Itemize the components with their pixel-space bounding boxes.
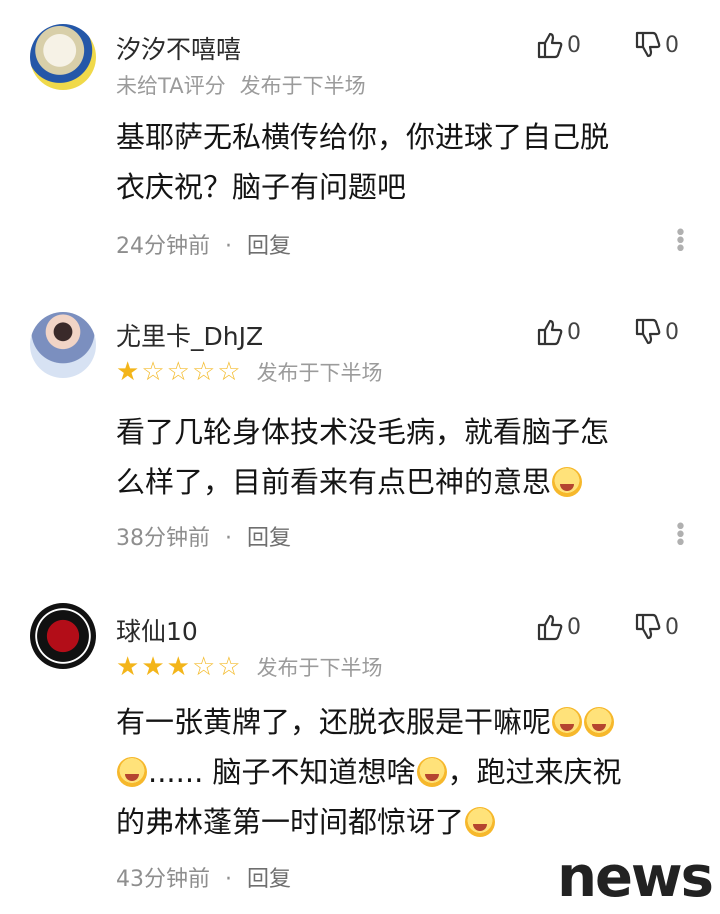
content-text: 有一张黄牌了，还脱衣服是干嘛呢 (116, 705, 552, 739)
avatar[interactable] (30, 312, 96, 378)
smile-emoji-icon (465, 807, 496, 837)
dislike-count: 0 (665, 319, 679, 345)
comment-time: 38分钟前 (116, 526, 210, 551)
comment-footer: 24分钟前 · 回复 (116, 228, 291, 260)
content-line: 衣庆祝？脑子有问题吧 (116, 170, 407, 204)
thumb-up-icon (537, 319, 563, 346)
like-count: 0 (567, 319, 581, 345)
separator: · (225, 867, 232, 892)
rating-text: 未给TA评分 (116, 74, 226, 98)
like-button[interactable]: 0 (535, 612, 581, 642)
thumb-up-icon (537, 32, 563, 59)
meta-line: ★ ☆ ☆ ☆ ☆ 发布于下半场 (116, 357, 383, 387)
crying-emoji-icon (552, 707, 583, 737)
reply-link[interactable]: 回复 (247, 867, 291, 892)
star-empty-icon: ☆ (217, 652, 241, 682)
comment-footer: 38分钟前 · 回复 (116, 520, 291, 552)
content-line: 基耶萨无私横传给你，你进球了自己脱 (116, 120, 610, 154)
reply-link[interactable]: 回复 (247, 234, 291, 259)
dislike-count: 0 (665, 32, 679, 58)
like-count: 0 (567, 32, 581, 58)
content-line: 的弗林蓬第一时间都惊讶了 (116, 797, 684, 847)
like-button[interactable]: 0 (535, 30, 581, 60)
crying-emoji-icon (584, 707, 615, 737)
avatar[interactable] (30, 24, 96, 90)
reply-link[interactable]: 回复 (247, 526, 291, 551)
publish-time: 发布于下半场 (256, 361, 383, 385)
meta-line: ★ ★ ★ ☆ ☆ 发布于下半场 (116, 652, 383, 682)
content-line: ...... 脑子不知道想啥 ，跑过来庆祝 (116, 747, 684, 797)
meta-line: 未给TA评分 发布于下半场 (116, 70, 366, 100)
comment-content: 有一张黄牌了，还脱衣服是干嘛呢 ...... 脑子不知道想啥 ，跑过来庆祝 的弗林… (116, 697, 684, 847)
content-text: 么样了，目前看来有点巴神的意思 (116, 465, 552, 499)
content-line: 有一张黄牌了，还脱衣服是干嘛呢 (116, 697, 684, 747)
star-empty-icon: ☆ (141, 357, 165, 387)
dislike-button[interactable]: 0 (633, 317, 679, 347)
like-count: 0 (567, 614, 581, 640)
star-empty-icon: ☆ (166, 357, 190, 387)
separator: · (225, 526, 232, 551)
content-line: 么样了，目前看来有点巴神的意思 (116, 457, 684, 507)
star-filled-icon: ★ (141, 652, 165, 682)
star-empty-icon: ☆ (191, 357, 216, 387)
comment-content: 基耶萨无私横传给你，你进球了自己脱 衣庆祝？脑子有问题吧 (116, 112, 684, 212)
star-rating: ★ ☆ ☆ ☆ ☆ (116, 359, 241, 385)
username[interactable]: 汐汐不嘻嘻 (116, 30, 241, 66)
comment-time: 43分钟前 (116, 867, 210, 892)
comment-time: 24分钟前 (116, 234, 210, 259)
thumb-down-icon (635, 31, 661, 58)
publish-time: 发布于下半场 (256, 656, 383, 680)
thumb-up-icon (537, 614, 563, 641)
more-options-icon[interactable]: • • • (674, 223, 687, 261)
publish-time: 发布于下半场 (239, 74, 366, 98)
username[interactable]: 尤里卡_DhJZ (116, 317, 263, 353)
news-watermark: news (557, 845, 714, 910)
star-filled-icon: ★ (116, 652, 140, 682)
star-filled-icon: ★ (116, 357, 140, 387)
thumb-down-icon (635, 318, 661, 345)
content-text: ，跑过来庆祝 (447, 755, 622, 789)
content-text: ...... 脑子不知道想啥 (148, 755, 416, 789)
star-filled-icon: ★ (166, 652, 190, 682)
content-text: 的弗林蓬第一时间都惊讶了 (116, 805, 465, 839)
crying-emoji-icon (416, 757, 447, 787)
separator: · (225, 234, 232, 259)
crying-emoji-icon (117, 757, 147, 787)
dislike-button[interactable]: 0 (633, 30, 679, 60)
more-options-icon[interactable]: • • • (674, 517, 687, 555)
star-empty-icon: ☆ (217, 357, 241, 387)
thumb-down-icon (635, 613, 661, 640)
like-button[interactable]: 0 (535, 317, 581, 347)
grin-emoji-icon (552, 467, 583, 497)
star-empty-icon: ☆ (191, 652, 216, 682)
content-line: 看了几轮身体技术没毛病，就看脑子怎 (116, 415, 610, 449)
dislike-count: 0 (665, 614, 679, 640)
comment-content: 看了几轮身体技术没毛病，就看脑子怎 么样了，目前看来有点巴神的意思 (116, 407, 684, 507)
star-rating: ★ ★ ★ ☆ ☆ (116, 654, 241, 680)
dislike-button[interactable]: 0 (633, 612, 679, 642)
comment-footer: 43分钟前 · 回复 (116, 861, 291, 893)
username[interactable]: 球仙10 (116, 612, 198, 648)
avatar[interactable] (30, 603, 96, 669)
